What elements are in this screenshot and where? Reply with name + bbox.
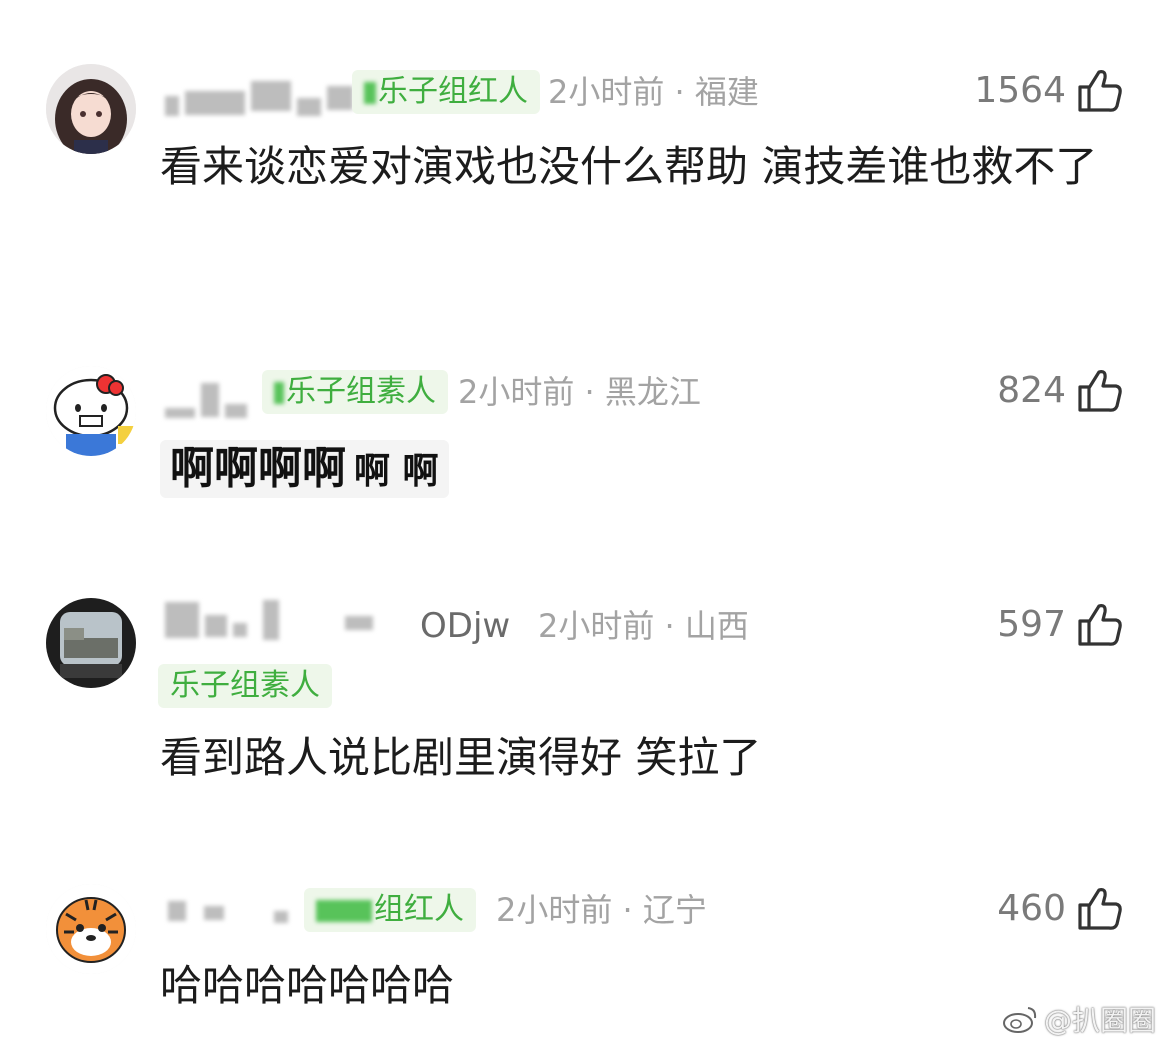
- like-button[interactable]: 460: [997, 884, 1124, 932]
- avatar-image: [46, 64, 136, 154]
- username-blurred[interactable]: [165, 380, 247, 420]
- watermark-text: @扒圈圈: [1043, 1004, 1156, 1037]
- like-count: 824: [997, 369, 1066, 411]
- username-blurred[interactable]: [165, 76, 353, 116]
- user-badge: 乐子组素人: [158, 664, 332, 708]
- like-button[interactable]: 1564: [974, 66, 1124, 114]
- time-location: 2小时前 · 福建: [548, 73, 759, 111]
- avatar-image: [46, 598, 136, 688]
- thumbs-up-icon: [1078, 888, 1122, 930]
- like-count: 597: [997, 603, 1066, 645]
- like-button[interactable]: 597: [997, 600, 1124, 648]
- avatar[interactable]: [46, 64, 136, 154]
- comment-text: 看到路人说比剧里演得好 笑拉了: [160, 733, 762, 782]
- thumbs-up-icon: [1078, 70, 1122, 112]
- comment-text: 看来谈恋爱对演戏也没什么帮助 演技差谁也救不了: [160, 142, 1098, 191]
- user-badge: 乐子组红人: [352, 70, 540, 114]
- comment-text: 哈哈哈哈哈哈哈: [160, 961, 455, 1010]
- watermark: @扒圈圈: [1002, 999, 1156, 1039]
- avatar[interactable]: [46, 366, 136, 456]
- time-location: 2小时前 · 黑龙江: [458, 373, 701, 411]
- time-location: 2小时前 · 辽宁: [496, 891, 707, 929]
- user-badge: 组红人: [304, 888, 476, 932]
- avatar[interactable]: [46, 598, 136, 688]
- avatar-image: [46, 366, 136, 456]
- avatar[interactable]: [46, 884, 136, 974]
- comment-sticker-text: 啊啊啊啊 啊 啊: [160, 440, 449, 498]
- username-blurred[interactable]: [168, 888, 288, 928]
- user-badge: 乐子组素人: [262, 370, 448, 414]
- like-count: 460: [997, 887, 1066, 929]
- avatar-image: [46, 884, 136, 974]
- like-count: 1564: [974, 69, 1066, 111]
- username-blurred[interactable]: [165, 600, 373, 640]
- like-button[interactable]: 824: [997, 366, 1124, 414]
- weibo-logo-icon: [1002, 1007, 1037, 1033]
- time-location: 2小时前 · 山西: [538, 607, 749, 645]
- thumbs-up-icon: [1078, 604, 1122, 646]
- username-tail[interactable]: ODjw: [420, 604, 510, 648]
- thumbs-up-icon: [1078, 370, 1122, 412]
